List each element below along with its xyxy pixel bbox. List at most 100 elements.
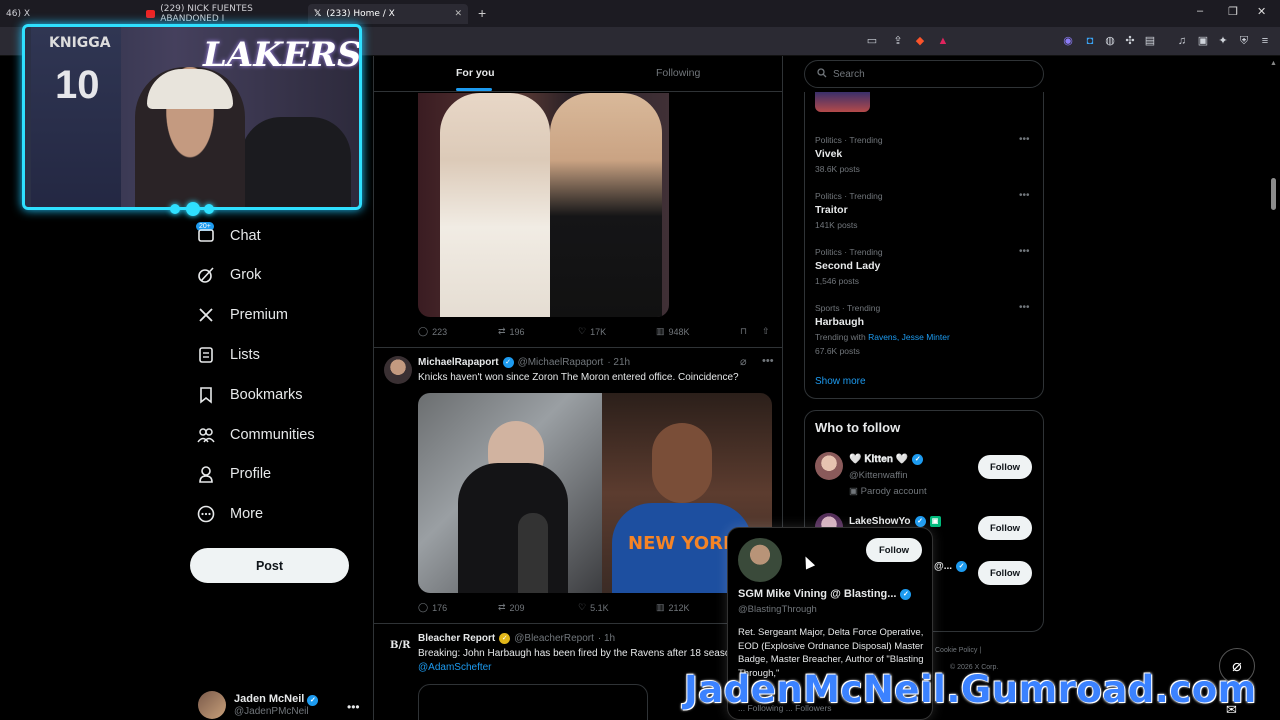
follow-button[interactable]: Follow [978,455,1032,479]
screen-icon[interactable]: ▭ [866,35,878,47]
who-to-follow-title: Who to follow [815,420,901,435]
extension-icon[interactable]: ◉ [1062,35,1074,47]
author-handle[interactable]: @MichaelRapaport [518,357,604,368]
reply-button[interactable]: ◯ 223 [418,326,498,337]
nav-grok[interactable]: Grok [196,260,261,290]
tweet-image[interactable]: NEW YORK [418,393,772,593]
view-count: 212K [668,602,690,613]
follow-suggestion-name[interactable]: @... ✓ [934,561,968,572]
hover-card-handle[interactable]: @BlastingThrough [738,604,817,615]
reply-button[interactable]: ◯ 176 [418,602,498,613]
nav-premium[interactable]: Premium [196,300,288,330]
follow-suggestion-handle[interactable]: @Kittenwaffin [849,470,908,481]
nav-lists[interactable]: Lists [196,340,260,370]
leo-icon[interactable]: ✦ [1217,35,1229,47]
account-switcher[interactable]: Jaden McNeil ✓ @JadenPMcNeil [198,691,319,719]
bookmark-button[interactable]: ⊓ [740,326,762,337]
footer-links[interactable]: Cookie Policy | [935,647,981,654]
grok-icon[interactable]: ⌀ [740,355,747,368]
search-input[interactable]: Search [804,60,1044,88]
repost-button[interactable]: ⇄ 196 [498,326,578,337]
post-button[interactable]: Post [190,548,349,583]
vpn-icon[interactable]: ⛨ [1238,35,1250,47]
author-handle[interactable]: @BleacherReport [514,633,594,644]
view-count: 948K [668,326,690,337]
follow-button[interactable]: Follow [978,561,1032,585]
minimize-button[interactable]: – [1197,5,1203,17]
avatar [198,691,226,719]
trend-item[interactable]: Politics · Trending Vivek 38.6K posts [815,135,883,174]
trend-category: Politics · Trending [815,247,883,257]
wall-jersey [31,27,121,207]
tab-label: 46) X [6,9,30,19]
trend-item[interactable]: Sports · Trending Harbaugh Trending with… [815,303,950,356]
extension-icon[interactable]: ◘ [1084,35,1096,47]
share-icon[interactable]: ⇪ [892,35,904,47]
follow-suggestion-name[interactable]: 🤍 𝐊𝐢𝐭𝐭𝐞𝐧 🤍 ✓ [849,454,924,465]
jersey-lettering: NEW YORK [628,533,737,554]
trend-item[interactable]: Politics · Trending Traitor 141K posts [815,191,883,230]
webcam-decoration [170,202,216,216]
nav-profile[interactable]: Profile [196,459,271,489]
tweet-time[interactable]: · 21h [607,357,630,368]
browser-tab[interactable]: 46) X [0,4,60,24]
avatar[interactable] [384,356,412,384]
bleacher-report-logo[interactable]: B/R [390,640,410,651]
scroll-up-icon[interactable]: ▲ [1270,60,1277,67]
tab-for-you[interactable]: For you [456,67,495,79]
tab-following[interactable]: Following [656,67,700,79]
nav-chat[interactable]: Chat [196,221,261,251]
repost-icon: ⇄ [498,326,506,336]
hover-card-name[interactable]: SGM Mike Vining @ Blasting... ✓ [738,588,912,600]
trend-links[interactable]: Ravens, Jesse Minter [868,332,950,342]
tweet-image[interactable]: ◄ [418,93,669,317]
wallet-icon[interactable]: ▣ [1197,35,1209,47]
nav-communities[interactable]: Communities [196,420,315,450]
maximize-button[interactable]: ❐ [1228,5,1238,18]
tweet-time[interactable]: · 1h [598,633,615,644]
sidebar-icon[interactable]: ▤ [1144,35,1156,47]
mention-link[interactable]: @AdamSchefter [418,662,492,673]
repost-button[interactable]: ⇄ 209 [498,602,578,613]
new-tab-button[interactable]: + [478,5,486,21]
like-button[interactable]: ♡ 17K [578,326,656,337]
avatar[interactable] [815,452,843,480]
author-name[interactable]: Bleacher Report [418,633,495,644]
nav-bookmarks[interactable]: Bookmarks [196,380,303,410]
tweet-image[interactable] [418,684,648,720]
verified-icon: ✓ [956,561,968,572]
author-name[interactable]: MichaelRapaport [418,357,499,368]
brave-rewards-icon[interactable]: ▲ [937,35,949,47]
share-button[interactable]: ⇧ [762,326,770,337]
timeline-tabs: For you Following [374,56,782,92]
scrollbar-thumb[interactable] [1271,178,1276,210]
more-dots-icon[interactable]: ••• [1019,190,1030,201]
menu-icon[interactable]: ≡ [1259,35,1271,47]
like-button[interactable]: ♡ 5.1K [578,602,656,613]
more-dots-icon[interactable]: ••• [347,700,360,714]
more-dots-icon[interactable]: ••• [1019,302,1030,313]
trend-thumbnail[interactable] [815,92,870,112]
trend-item[interactable]: Politics · Trending Second Lady 1,546 po… [815,247,883,286]
music-icon[interactable]: ♫ [1176,35,1188,47]
close-window-button[interactable]: ✕ [1257,5,1266,18]
views-button[interactable]: ▥ 948K [656,326,740,337]
nav-more[interactable]: More [196,499,263,529]
puzzle-icon[interactable]: ✣ [1124,35,1136,47]
watermark-text: JadenMcNeil.Gumroad.com [684,668,1257,711]
more-dots-icon[interactable]: ••• [1019,246,1030,257]
follow-button[interactable]: Follow [978,516,1032,540]
browser-tab-active[interactable]: 𝕏 (233) Home / X ✕ [308,4,468,24]
more-dots-icon[interactable]: ••• [1019,134,1030,145]
close-tab-icon[interactable]: ✕ [454,9,462,19]
show-more-link[interactable]: Show more [815,376,866,387]
follow-suggestion-name[interactable]: LakeShowYo ✓ ▣ [849,516,941,527]
trend-title: Harbaugh [815,316,865,328]
extension-icon[interactable]: ◍ [1104,35,1116,47]
avatar[interactable] [738,538,782,582]
follow-button[interactable]: Follow [866,538,922,562]
jersey-number: 10 [55,63,100,107]
brave-shield-icon[interactable]: ◆ [914,35,926,47]
more-dots-icon[interactable]: ••• [762,355,774,367]
browser-tab[interactable]: (229) NICK FUENTES ABANDONED I [140,4,300,24]
